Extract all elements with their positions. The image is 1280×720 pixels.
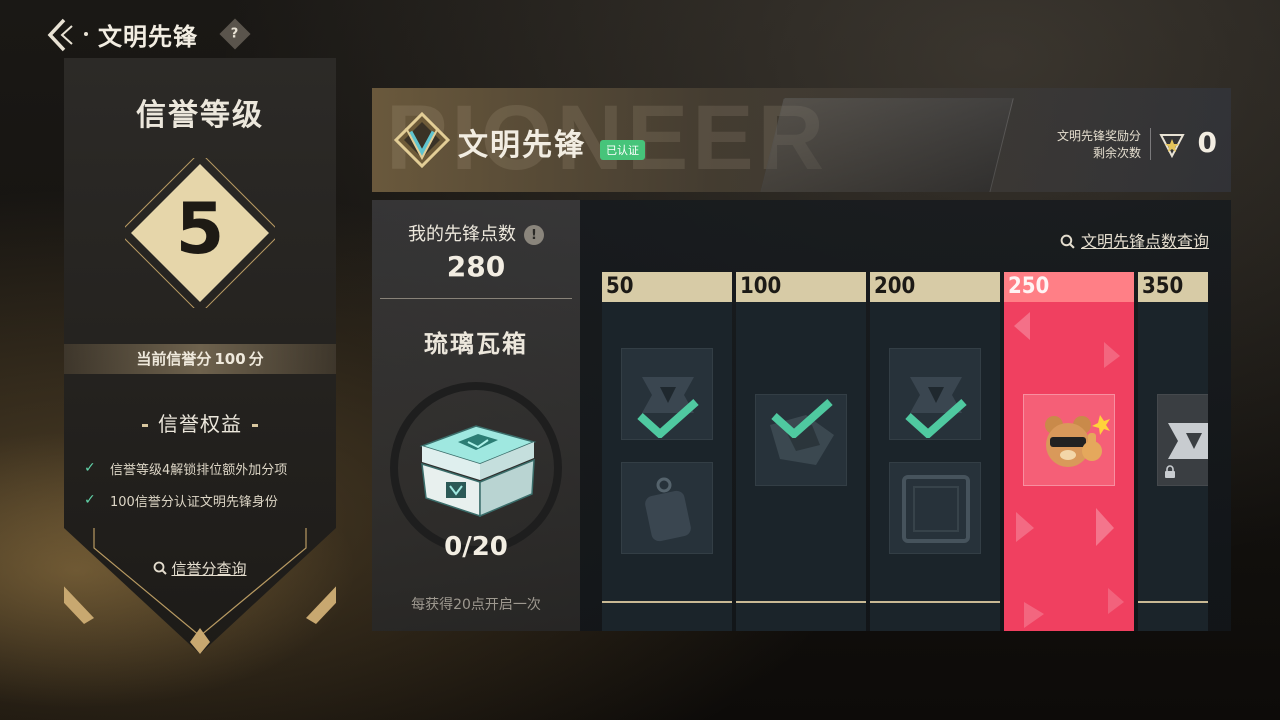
title-dot bbox=[84, 32, 88, 36]
tier-threshold: 50 bbox=[602, 272, 732, 302]
help-icon: ? bbox=[231, 26, 239, 42]
benefits-list: ✓ 信誉等级4解锁排位额外加分项 ✓ 100信誉分认证文明先锋身份 bbox=[84, 452, 334, 516]
top-bar: 文明先锋 ? bbox=[44, 12, 251, 56]
tier-threshold: 350 bbox=[1138, 272, 1208, 302]
tier-base-line bbox=[736, 601, 866, 603]
reward-item[interactable] bbox=[1157, 394, 1208, 486]
score-value: 100 bbox=[214, 350, 246, 368]
reward-tiers: 50 100 200 250 350 bbox=[602, 272, 1208, 631]
tier-body bbox=[1004, 302, 1134, 631]
reward-tier-350[interactable]: 350 bbox=[1138, 272, 1208, 631]
reward-remaining-label: 文明先锋奖励分 剩余次数 bbox=[1057, 128, 1141, 162]
pioneer-header: PIONEER 文明先锋 已认证 文明先锋奖励分 剩余次数 0 bbox=[372, 88, 1231, 192]
reward-tier-50[interactable]: 50 bbox=[602, 272, 732, 631]
claimed-check-icon bbox=[637, 399, 699, 438]
tier-threshold: 100 bbox=[736, 272, 866, 302]
points-label-text: 我的先锋点数 bbox=[408, 224, 516, 245]
pioneer-title: 文明先锋 bbox=[458, 128, 586, 163]
points-divider bbox=[380, 298, 572, 299]
box-progress-text: 0/20 bbox=[444, 532, 508, 562]
pioneer-panel: PIONEER 文明先锋 已认证 文明先锋奖励分 剩余次数 0 我的先锋点数! … bbox=[372, 88, 1231, 631]
reward-separator bbox=[1150, 128, 1151, 160]
credit-level-title: 信誉等级 bbox=[136, 98, 264, 133]
search-icon bbox=[154, 561, 168, 575]
bear-sticker-icon bbox=[1045, 415, 1110, 467]
credit-query-text: 信誉分查询 bbox=[171, 560, 247, 578]
reward-tier-250[interactable]: 250 bbox=[1004, 272, 1134, 631]
benefit-text: 信誉等级4解锁排位额外加分项 bbox=[110, 462, 288, 478]
tier-body bbox=[870, 302, 1000, 631]
reward-label-line2: 剩余次数 bbox=[1092, 146, 1141, 160]
tier-base-line bbox=[870, 601, 1000, 603]
reward-track: 文明先锋点数查询 50 100 200 250 350 bbox=[580, 200, 1231, 631]
points-value: 280 bbox=[446, 250, 506, 283]
check-icon: ✓ bbox=[84, 460, 96, 476]
score-prefix: 当前信誉分 bbox=[136, 350, 212, 368]
info-icon[interactable]: ! bbox=[524, 225, 544, 245]
glazed-tile-box-icon[interactable] bbox=[412, 420, 542, 520]
lock-icon bbox=[1165, 465, 1175, 478]
back-arrow-icon bbox=[47, 18, 73, 52]
pioneer-badge-icon bbox=[393, 111, 451, 169]
page-title: 文明先锋 bbox=[98, 22, 198, 51]
box-name: 琉璃瓦箱 bbox=[424, 330, 528, 358]
benefit-text: 100信誉分认证文明先锋身份 bbox=[110, 494, 278, 510]
tier-body bbox=[602, 302, 732, 631]
back-button[interactable] bbox=[44, 14, 80, 54]
benefits-title-text: 信誉权益 bbox=[158, 412, 242, 436]
dash-right bbox=[252, 424, 258, 427]
verified-badge: 已认证 bbox=[600, 140, 645, 160]
check-icon: ✓ bbox=[84, 492, 96, 508]
reward-item[interactable] bbox=[621, 462, 713, 554]
reward-item[interactable] bbox=[889, 462, 981, 554]
box-open-hint: 每获得20点开启一次 bbox=[411, 597, 541, 613]
pioneer-points-query-link[interactable]: 文明先锋点数查询 bbox=[1060, 228, 1209, 252]
tier-threshold: 200 bbox=[870, 272, 1000, 302]
tag-icon bbox=[645, 477, 691, 542]
help-button[interactable]: ? bbox=[219, 18, 251, 50]
pioneer-points-column: 我的先锋点数! 280 琉璃瓦箱 0/20 每获得20点开启一次 bbox=[372, 200, 580, 631]
credit-level-value: 5 bbox=[175, 188, 225, 270]
reward-item[interactable] bbox=[1023, 394, 1115, 486]
reward-tier-100[interactable]: 100 bbox=[736, 272, 866, 631]
points-label: 我的先锋点数! bbox=[372, 220, 580, 246]
reward-label-line1: 文明先锋奖励分 bbox=[1056, 129, 1141, 143]
benefits-heading: 信誉权益 bbox=[64, 408, 336, 437]
reward-tier-200[interactable]: 200 bbox=[870, 272, 1000, 631]
tier-base-line bbox=[1138, 601, 1208, 603]
claimed-check-icon bbox=[771, 399, 833, 438]
credit-panel: 信誉等级 5 当前信誉分 100 分 信誉权益 ✓ 信誉等级4解锁排位额外加分项 ✓… bbox=[64, 58, 336, 658]
tier-threshold: 250 bbox=[1004, 272, 1134, 302]
dash-left bbox=[142, 424, 148, 427]
credit-query-link[interactable]: 信誉分查询 bbox=[64, 558, 336, 579]
current-score-band: 当前信誉分 100 分 bbox=[64, 344, 336, 374]
search-icon bbox=[1060, 234, 1075, 249]
points-query-text: 文明先锋点数查询 bbox=[1080, 232, 1209, 251]
frame-icon bbox=[902, 475, 970, 543]
tier-base-line bbox=[602, 601, 732, 603]
tier-body bbox=[736, 302, 866, 631]
tier-body bbox=[1138, 302, 1208, 631]
header-decoration bbox=[760, 98, 1014, 192]
benefit-item: ✓ 信誉等级4解锁排位额外加分项 bbox=[84, 452, 334, 484]
benefit-item: ✓ 100信誉分认证文明先锋身份 bbox=[84, 484, 334, 516]
pioneer-token-icon bbox=[1159, 134, 1185, 158]
reward-remaining-count: 0 bbox=[1197, 126, 1217, 159]
claimed-check-icon bbox=[905, 399, 967, 438]
score-suffix: 分 bbox=[248, 350, 264, 368]
